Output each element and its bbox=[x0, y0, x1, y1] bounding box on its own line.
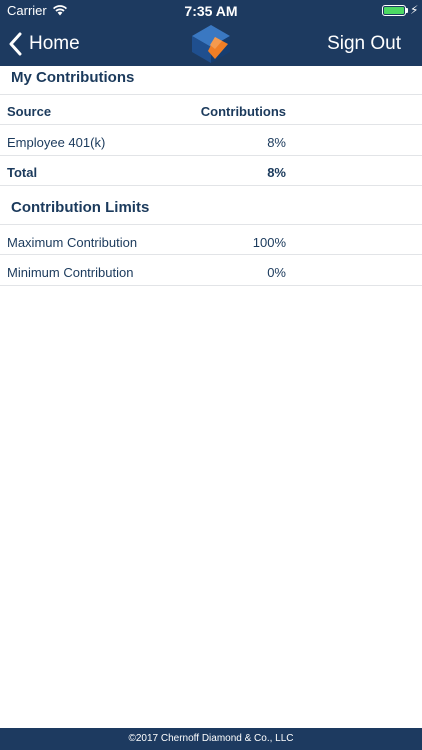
sign-out-label: Sign Out bbox=[327, 33, 401, 54]
battery-tip bbox=[406, 8, 408, 13]
divider bbox=[0, 285, 422, 286]
diamond-cube-logo-icon bbox=[192, 25, 230, 63]
divider bbox=[0, 224, 422, 225]
divider bbox=[0, 94, 422, 95]
battery-level bbox=[384, 7, 404, 14]
limit-label: Maximum Contribution bbox=[7, 235, 138, 250]
battery-icon bbox=[382, 5, 406, 16]
copyright-footer: ©2017 Chernoff Diamond & Co., LLC bbox=[0, 728, 422, 750]
total-value: 8% bbox=[267, 165, 286, 180]
divider bbox=[0, 124, 422, 125]
charging-bolt-icon: ⚡︎ bbox=[410, 3, 419, 17]
limit-value: 100% bbox=[252, 235, 286, 250]
source-column-header: Source bbox=[7, 104, 52, 119]
source-name: Employee 401(k) bbox=[7, 135, 106, 150]
divider bbox=[0, 185, 422, 186]
contribution-limits-title: Contribution Limits bbox=[11, 199, 150, 216]
top-bar: Carrier 7:35 AM ⚡︎ Home Sign Out bbox=[0, 0, 422, 66]
divider bbox=[0, 254, 422, 255]
limit-value: 0% bbox=[267, 265, 286, 280]
home-back-label: Home bbox=[29, 33, 80, 54]
my-contributions-title: My Contributions bbox=[11, 69, 135, 86]
home-back-button[interactable]: Home bbox=[8, 22, 80, 66]
sign-out-button[interactable]: Sign Out bbox=[327, 22, 401, 66]
total-label: Total bbox=[7, 165, 38, 180]
status-bar: Carrier 7:35 AM ⚡︎ bbox=[0, 0, 422, 22]
source-contribution-value: 8% bbox=[267, 135, 286, 150]
status-time: 7:35 AM bbox=[184, 3, 238, 19]
limit-label: Minimum Contribution bbox=[7, 265, 134, 280]
divider bbox=[0, 155, 422, 156]
chevron-left-icon bbox=[9, 32, 22, 56]
contributions-column-header: Contributions bbox=[200, 104, 286, 119]
nav-bar: Home Sign Out bbox=[0, 22, 422, 66]
